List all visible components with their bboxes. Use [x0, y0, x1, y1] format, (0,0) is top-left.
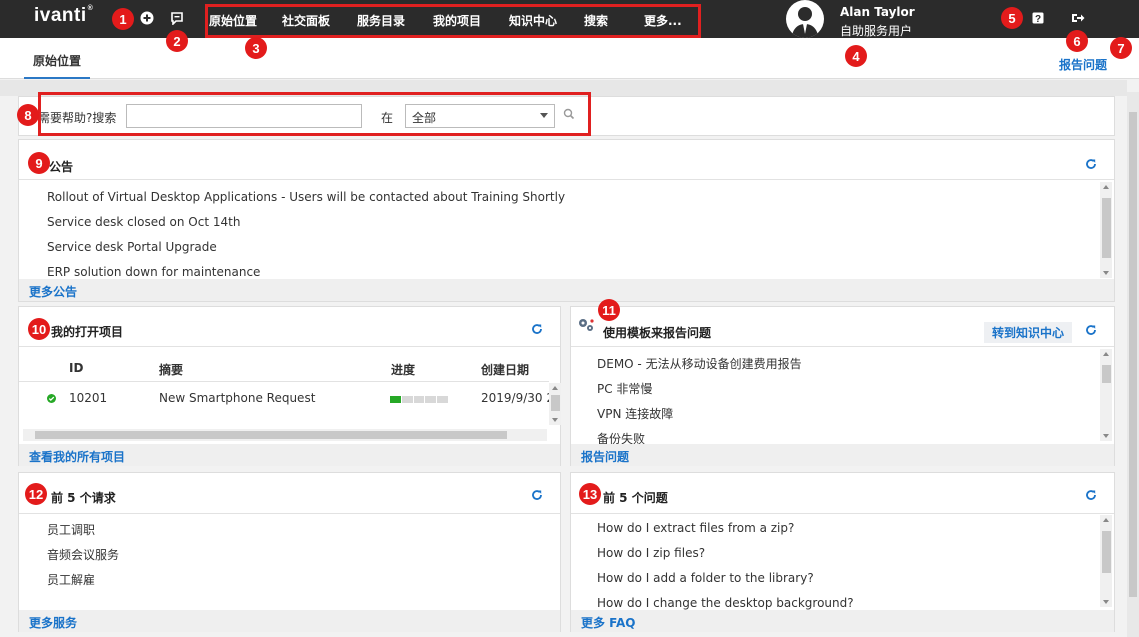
column-header-created[interactable]: 创建日期 [481, 361, 529, 378]
column-header-progress[interactable]: 进度 [391, 361, 415, 378]
annotation-badge: 5 [1001, 7, 1023, 29]
user-role: 自助服务用户 [840, 24, 913, 38]
annotation-badge: 9 [28, 152, 50, 174]
templates-panel: 使用模板来报告问题 转到知识中心 DEMO - 无法从移动设备创建费用报告 PC… [570, 306, 1115, 466]
request-item[interactable]: 员工调职 [47, 521, 95, 538]
faq-item[interactable]: How do I zip files? [597, 546, 705, 560]
annotation-badge: 13 [579, 483, 601, 505]
add-icon[interactable] [139, 10, 155, 26]
view-all-items-link[interactable]: 查看我的所有项目 [29, 448, 125, 465]
top-requests-title: 前 5 个请求 [51, 491, 116, 505]
gears-icon [579, 319, 594, 331]
request-item[interactable]: 员工解雇 [47, 571, 95, 588]
nav-home[interactable]: 原始位置 [209, 12, 257, 29]
divider [19, 513, 560, 514]
search-highlight-box [38, 92, 591, 136]
nav-search[interactable]: 搜索 [584, 12, 608, 29]
templates-scrollbar[interactable] [1100, 349, 1112, 441]
avatar[interactable] [786, 0, 824, 38]
refresh-icon[interactable] [1085, 489, 1097, 501]
nav-knowledge[interactable]: 知识中心 [509, 12, 557, 29]
page-scrollbar[interactable] [1127, 92, 1139, 637]
nav-more[interactable]: 更多... [644, 12, 682, 29]
annotation-badge: 12 [25, 483, 47, 505]
refresh-icon[interactable] [531, 489, 543, 501]
chat-icon[interactable] [169, 10, 185, 26]
top-requests-footer: 更多服务 [19, 610, 560, 632]
annotation-badge: 2 [166, 30, 188, 52]
items-vertical-scrollbar[interactable] [549, 383, 561, 425]
annotation-badge: 4 [845, 45, 867, 67]
nav-my-items[interactable]: 我的项目 [433, 12, 481, 29]
annotation-badge: 8 [17, 104, 39, 126]
logout-icon[interactable] [1070, 10, 1086, 26]
announcement-item[interactable]: Service desk Portal Upgrade [47, 240, 217, 254]
ivanti-logo[interactable]: ivanti® [34, 5, 93, 27]
divider [19, 381, 549, 382]
template-item[interactable]: PC 非常慢 [597, 380, 652, 397]
my-items-title: 我的打开项目 [51, 325, 124, 339]
svg-text:?: ? [1035, 14, 1041, 24]
top-faq-panel: 前 5 个问题 How do I extract files from a zi… [570, 472, 1115, 632]
progress-bar [390, 396, 448, 403]
more-faq-link[interactable]: 更多 FAQ [581, 614, 636, 631]
top-faq-footer: 更多 FAQ [571, 610, 1114, 632]
annotation-badge: 7 [1110, 37, 1132, 59]
annotation-badge: 3 [245, 37, 267, 59]
status-check-icon [47, 394, 56, 403]
announcements-panel: 公告 Rollout of Virtual Desktop Applicatio… [18, 139, 1115, 302]
user-silhouette-icon [792, 7, 818, 38]
nav-social[interactable]: 社交面板 [282, 12, 330, 29]
announcements-title: 公告 [49, 160, 74, 174]
faq-item[interactable]: How do I extract files from a zip? [597, 521, 794, 535]
my-items-panel: 我的打开项目 ID 摘要 进度 创建日期 10201 New Smartphon… [18, 306, 561, 466]
announcement-item[interactable]: Service desk closed on Oct 14th [47, 215, 240, 229]
item-summary: New Smartphone Request [159, 391, 316, 405]
annotation-badge: 6 [1066, 30, 1088, 52]
refresh-icon[interactable] [1085, 324, 1097, 336]
annotation-badge: 10 [28, 318, 50, 340]
templates-title: 使用模板来报告问题 [603, 326, 712, 340]
refresh-icon[interactable] [1085, 158, 1097, 170]
more-announcements-link[interactable]: 更多公告 [29, 283, 77, 300]
items-horizontal-scrollbar[interactable] [23, 429, 547, 441]
goto-knowledge-button[interactable]: 转到知识中心 [984, 322, 1073, 343]
more-services-link[interactable]: 更多服务 [29, 614, 77, 631]
user-name[interactable]: Alan Taylor [840, 5, 915, 19]
refresh-icon[interactable] [531, 323, 543, 335]
divider [19, 346, 560, 347]
templates-footer: 报告问题 [571, 444, 1114, 466]
divider [571, 513, 1114, 514]
nav-catalog[interactable]: 服务目录 [357, 12, 405, 29]
tab-home[interactable]: 原始位置 [24, 52, 91, 79]
divider [19, 179, 1114, 180]
item-created: 2019/9/30 2. [481, 391, 558, 405]
request-item[interactable]: 音频会议服务 [47, 546, 119, 563]
help-icon[interactable]: ? [1030, 10, 1046, 26]
announcement-item[interactable]: Rollout of Virtual Desktop Applications … [47, 190, 565, 204]
annotation-badge: 1 [112, 8, 134, 30]
report-issue-link[interactable]: 报告问题 [1059, 56, 1107, 73]
column-header-id[interactable]: ID [69, 361, 83, 375]
item-id: 10201 [69, 391, 108, 405]
announcements-scrollbar[interactable] [1100, 182, 1112, 278]
column-header-summary[interactable]: 摘要 [159, 361, 183, 378]
divider [571, 346, 1114, 347]
announcements-footer: 更多公告 [19, 279, 1114, 301]
template-item[interactable]: DEMO - 无法从移动设备创建费用报告 [597, 355, 802, 372]
faq-item[interactable]: How do I add a folder to the library? [597, 571, 814, 585]
report-issue-footer-link[interactable]: 报告问题 [581, 448, 629, 465]
annotation-badge: 11 [598, 299, 620, 321]
faq-scrollbar[interactable] [1100, 515, 1112, 607]
faq-item[interactable]: How do I change the desktop background? [597, 596, 854, 610]
my-items-footer: 查看我的所有项目 [19, 444, 560, 466]
template-item[interactable]: VPN 连接故障 [597, 405, 673, 422]
announcement-item[interactable]: ERP solution down for maintenance [47, 265, 260, 279]
top-faq-title: 前 5 个问题 [603, 491, 668, 505]
top-requests-panel: 前 5 个请求 员工调职 音频会议服务 员工解雇 更多服务 [18, 472, 561, 632]
